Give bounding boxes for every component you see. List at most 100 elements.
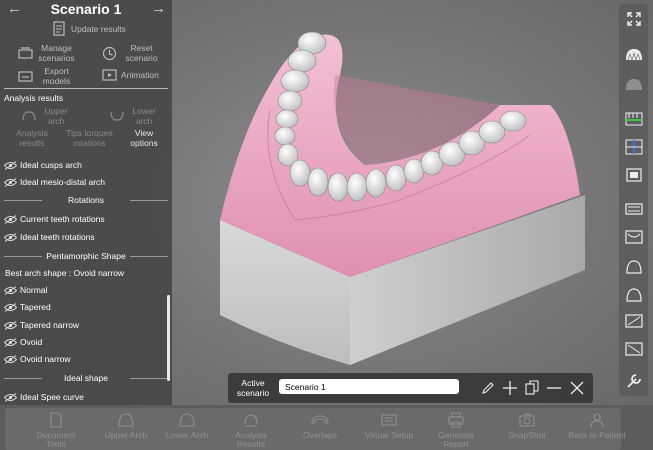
bottom-label: Overlaps xyxy=(302,430,337,440)
eye-hidden-icon[interactable] xyxy=(4,354,17,364)
eye-hidden-icon[interactable] xyxy=(4,214,17,224)
list-item-shape-normal[interactable]: Normal xyxy=(4,285,47,295)
virtual-setup-button[interactable]: Virtual Setup xyxy=(359,412,419,440)
snapshot-button[interactable]: SnapShot xyxy=(497,412,557,440)
bottom-label: SnapShot xyxy=(508,430,546,440)
upper-arch-analysis-button[interactable]: Upper arch xyxy=(22,106,72,126)
generate-report-button[interactable]: Generate Report xyxy=(426,412,486,449)
bottom-label: Lower Arch xyxy=(165,430,209,440)
view-options-label: View options xyxy=(130,128,158,148)
reset-scenario-button[interactable]: Reset scenario xyxy=(102,43,162,63)
bottom-label: Back to Patient xyxy=(568,430,626,440)
list-item-label: Current teeth rotations xyxy=(20,214,105,224)
list-item-ideal-cusps-arch[interactable]: Ideal cusps arch xyxy=(4,160,82,170)
front-view-button[interactable] xyxy=(623,164,644,185)
active-scenario-input[interactable] xyxy=(279,379,459,394)
export-models-button[interactable]: Export models xyxy=(18,66,76,86)
right-toolbar xyxy=(619,4,648,396)
side-view-icon xyxy=(624,313,643,329)
list-item-ideal-mesio-distal-arch[interactable]: Ideal mesio-distal arch xyxy=(4,177,105,187)
eye-hidden-icon[interactable] xyxy=(4,177,17,187)
analysis-results-button[interactable]: Analysis Results xyxy=(221,412,281,449)
best-arch-shape-text: Best arch shape : Ovoid narrow xyxy=(5,268,125,278)
manage-scenarios-icon xyxy=(18,47,33,59)
arch-outline-icon xyxy=(625,259,643,275)
upper-arch-icon xyxy=(22,110,36,122)
analysis-icon xyxy=(243,412,259,428)
lower-arch-icon xyxy=(110,110,124,122)
eye-hidden-icon[interactable] xyxy=(4,337,17,347)
pencil-icon xyxy=(481,381,495,395)
animation-icon xyxy=(102,69,117,81)
analysis-results-label: Analysis results xyxy=(16,128,48,148)
printer-icon xyxy=(448,412,464,428)
remove-scenario-button[interactable] xyxy=(544,378,564,398)
list-item-label: Ovoid narrow xyxy=(20,354,71,364)
reset-clock-icon xyxy=(102,46,117,61)
document-tools-button[interactable]: Document Tools xyxy=(26,412,86,449)
virtual-setup-icon xyxy=(381,412,397,428)
lower-arch-analysis-button[interactable]: Lower arch xyxy=(110,106,160,126)
update-results-button[interactable]: Update results xyxy=(52,21,126,37)
eye-hidden-icon[interactable] xyxy=(4,320,17,330)
manage-scenarios-label: Manage scenarios xyxy=(38,43,75,63)
bottom-view-button[interactable] xyxy=(623,226,644,247)
active-scenario-label: Active scenario xyxy=(236,378,270,398)
tips-torques-label: Tips torques rotations xyxy=(66,128,113,148)
overlaps-button[interactable]: Overlaps xyxy=(290,412,350,440)
manage-scenarios-button[interactable]: Manage scenarios xyxy=(18,43,76,63)
occlusal-plane-button[interactable] xyxy=(623,108,644,129)
midline-view-button[interactable] xyxy=(623,136,644,157)
analysis-results-tab[interactable]: Analysis results xyxy=(12,128,52,148)
occlusal-plane-icon xyxy=(625,112,643,126)
list-item-shape-tapered-narrow[interactable]: Tapered narrow xyxy=(4,320,79,330)
lower-arch-label: Lower arch xyxy=(132,106,156,126)
eye-hidden-icon[interactable] xyxy=(4,302,17,312)
list-item-label: Tapered narrow xyxy=(20,320,80,330)
lower-arch-button[interactable]: Lower Arch xyxy=(157,412,217,440)
eye-hidden-icon[interactable] xyxy=(4,232,17,242)
upper-arch-button[interactable]: Upper Arch xyxy=(96,412,156,440)
list-item-shape-ovoid-narrow[interactable]: Ovoid narrow xyxy=(4,354,71,364)
tools-button[interactable] xyxy=(623,370,644,391)
show-upper-arch-button[interactable] xyxy=(623,44,644,65)
dental-model-view[interactable] xyxy=(200,15,620,375)
left-side-view-button[interactable] xyxy=(623,338,644,359)
list-item-ideal-teeth-rotations[interactable]: Ideal teeth rotations xyxy=(4,232,95,242)
view-options-tab[interactable]: View options xyxy=(124,128,164,148)
scenario-title: Scenario 1 xyxy=(50,1,122,17)
eye-hidden-icon[interactable] xyxy=(4,392,17,402)
side-view-icon xyxy=(624,341,643,357)
panel-scrollbar[interactable] xyxy=(167,295,170,381)
right-side-view-button[interactable] xyxy=(623,310,644,331)
list-item-label: Ideal mesio-distal arch xyxy=(20,177,106,187)
tips-torques-rotations-tab[interactable]: Tips torques rotations xyxy=(62,128,117,148)
back-to-patient-button[interactable]: Back to Patient xyxy=(567,412,627,440)
show-lower-arch-button[interactable] xyxy=(623,74,644,95)
lower-arch-icon xyxy=(179,412,195,428)
duplicate-scenario-button[interactable] xyxy=(522,378,542,398)
list-item-label: Tapered xyxy=(20,302,51,312)
eye-hidden-icon[interactable] xyxy=(4,160,17,170)
list-item-current-teeth-rotations[interactable]: Current teeth rotations xyxy=(4,214,105,224)
top-view-button[interactable] xyxy=(623,198,644,219)
add-scenario-button[interactable] xyxy=(500,378,520,398)
rename-scenario-button[interactable] xyxy=(478,378,498,398)
lower-occlusal-view-button[interactable] xyxy=(623,284,644,305)
upper-occlusal-view-button[interactable] xyxy=(623,256,644,277)
eye-hidden-icon[interactable] xyxy=(4,285,17,295)
camera-icon xyxy=(519,412,535,428)
close-scenario-button[interactable] xyxy=(567,378,587,398)
list-item-shape-tapered[interactable]: Tapered xyxy=(4,302,51,312)
next-scenario-arrow-icon[interactable]: → xyxy=(151,1,166,17)
bottom-label: Virtual Setup xyxy=(364,430,414,440)
list-item-shape-ovoid[interactable]: Ovoid xyxy=(4,337,42,347)
active-scenario-bar: Active scenario xyxy=(228,373,593,403)
bottom-label: Document Tools xyxy=(36,430,76,449)
animation-button[interactable]: Animation xyxy=(102,69,159,81)
bottom-label: Generate Report xyxy=(438,430,474,449)
upper-arch-label: Upper arch xyxy=(44,106,68,126)
close-icon xyxy=(569,380,585,396)
fullscreen-button[interactable] xyxy=(623,8,644,29)
list-item-ideal-spee-curve[interactable]: Ideal Spee curve xyxy=(4,392,84,402)
